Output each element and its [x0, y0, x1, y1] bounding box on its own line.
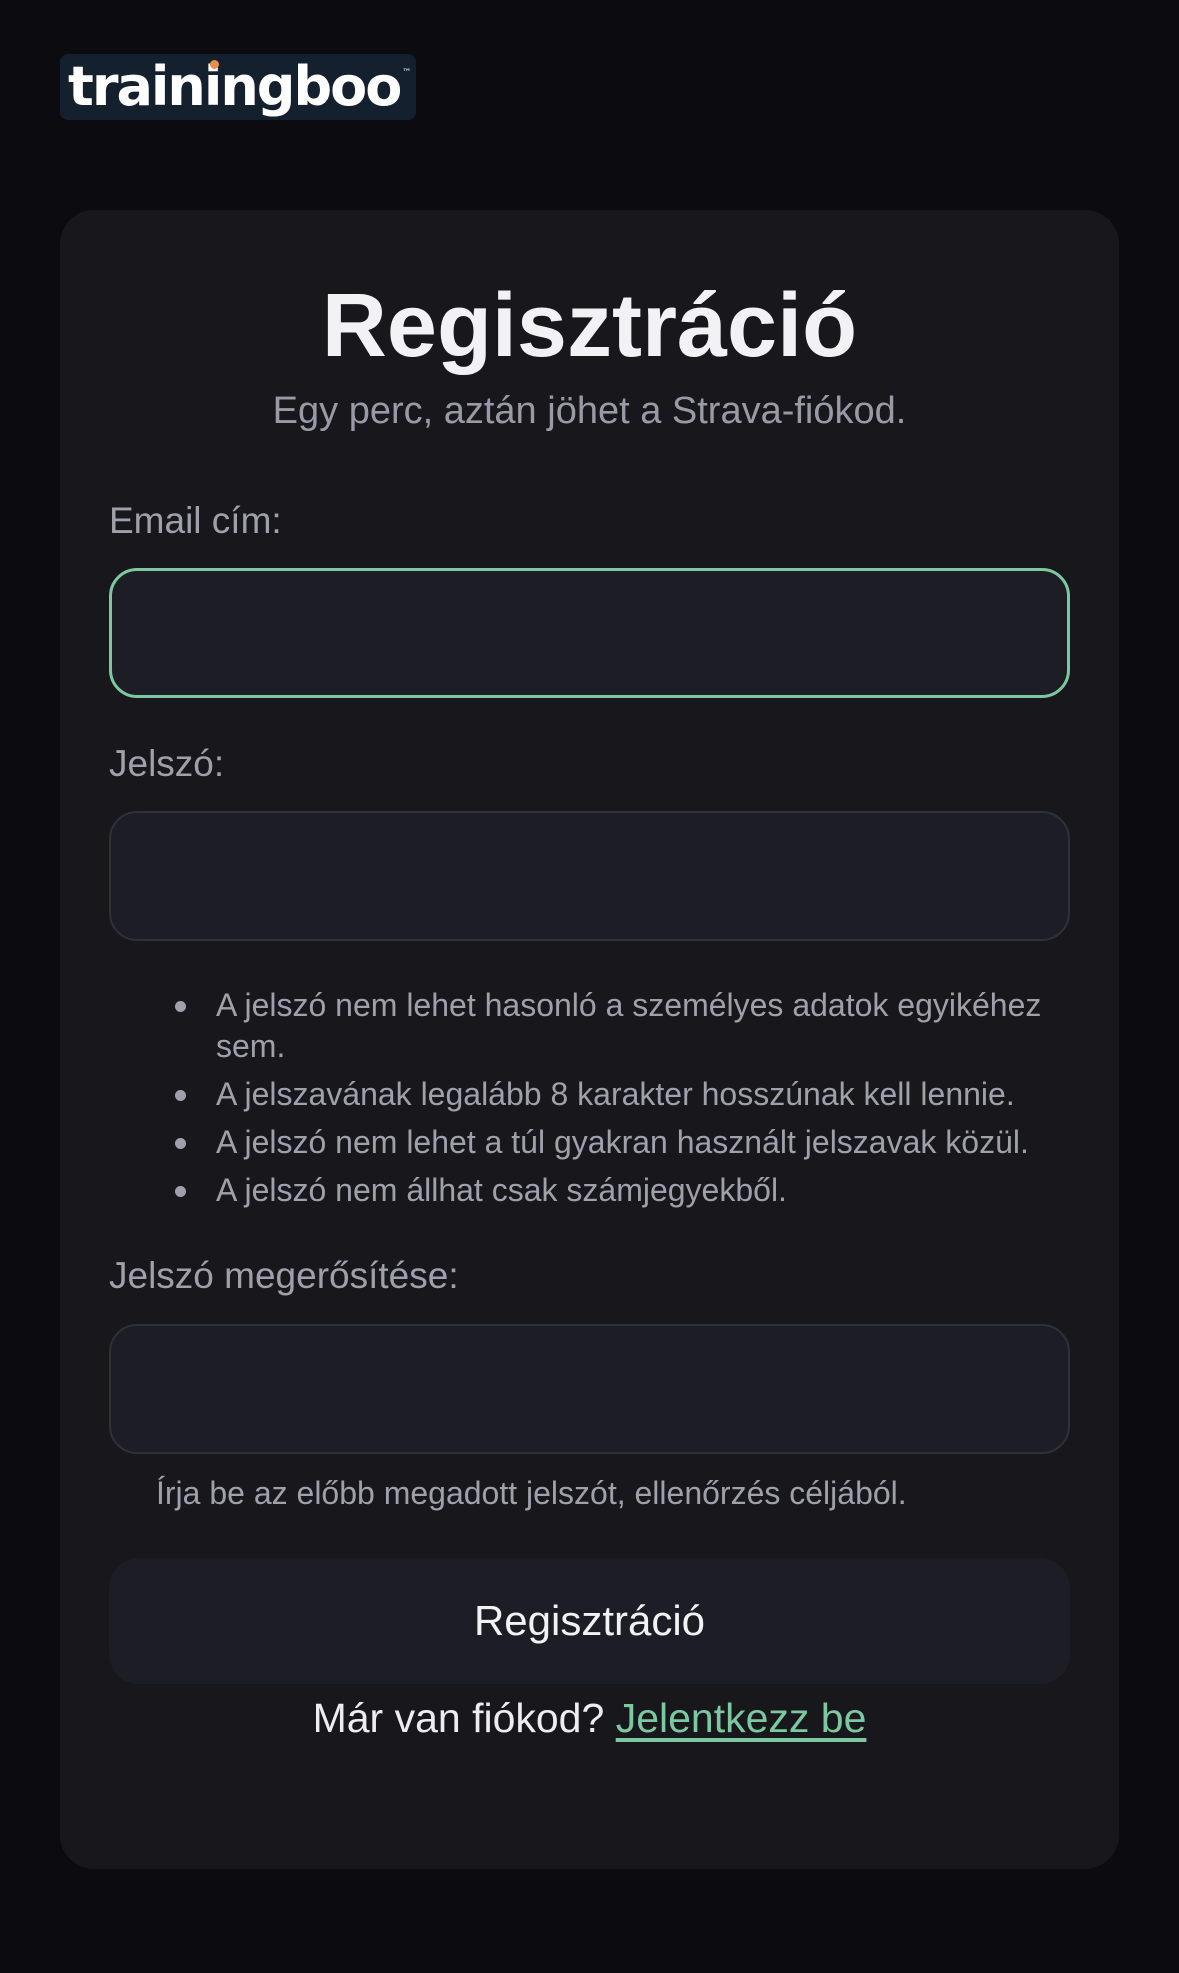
password-rule: A jelszó nem lehet hasonló a személyes a…	[175, 985, 1119, 1067]
logo-accent-dot	[210, 60, 219, 69]
login-link[interactable]: Jelentkezz be	[616, 1695, 867, 1741]
password-rule: A jelszó nem lehet a túl gyakran használ…	[175, 1122, 1119, 1163]
login-prompt-text: Már van fiókod?	[312, 1695, 616, 1741]
register-button[interactable]: Regisztráció	[109, 1558, 1070, 1684]
confirm-password-label: Jelszó megerősítése:	[109, 1255, 459, 1296]
password-rule: A jelszavának legalább 8 karakter hosszú…	[175, 1074, 1119, 1115]
brand-logo: trainingboo ™	[60, 54, 416, 120]
password-rules-list: A jelszó nem lehet hasonló a személyes a…	[60, 985, 1119, 1218]
email-field[interactable]	[109, 568, 1070, 698]
password-field[interactable]	[109, 811, 1070, 941]
page-subtitle: Egy perc, aztán jöhet a Strava-fiókod.	[272, 390, 907, 432]
login-prompt-row: Már van fiókod? Jelentkezz be	[60, 1695, 1119, 1742]
trademark-symbol: ™	[402, 68, 412, 78]
email-label: Email cím:	[109, 500, 282, 541]
page-title: Regisztráció	[321, 276, 858, 376]
confirm-password-field[interactable]	[109, 1324, 1070, 1454]
logo-text: trainingboo	[68, 55, 402, 118]
registration-card: Regisztráció Egy perc, aztán jöhet a Str…	[60, 210, 1119, 1869]
password-label: Jelszó:	[109, 743, 225, 784]
confirm-password-help: Írja be az előbb megadott jelszót, ellen…	[156, 1475, 907, 1511]
password-rule: A jelszó nem állhat csak számjegyekből.	[175, 1170, 1119, 1211]
